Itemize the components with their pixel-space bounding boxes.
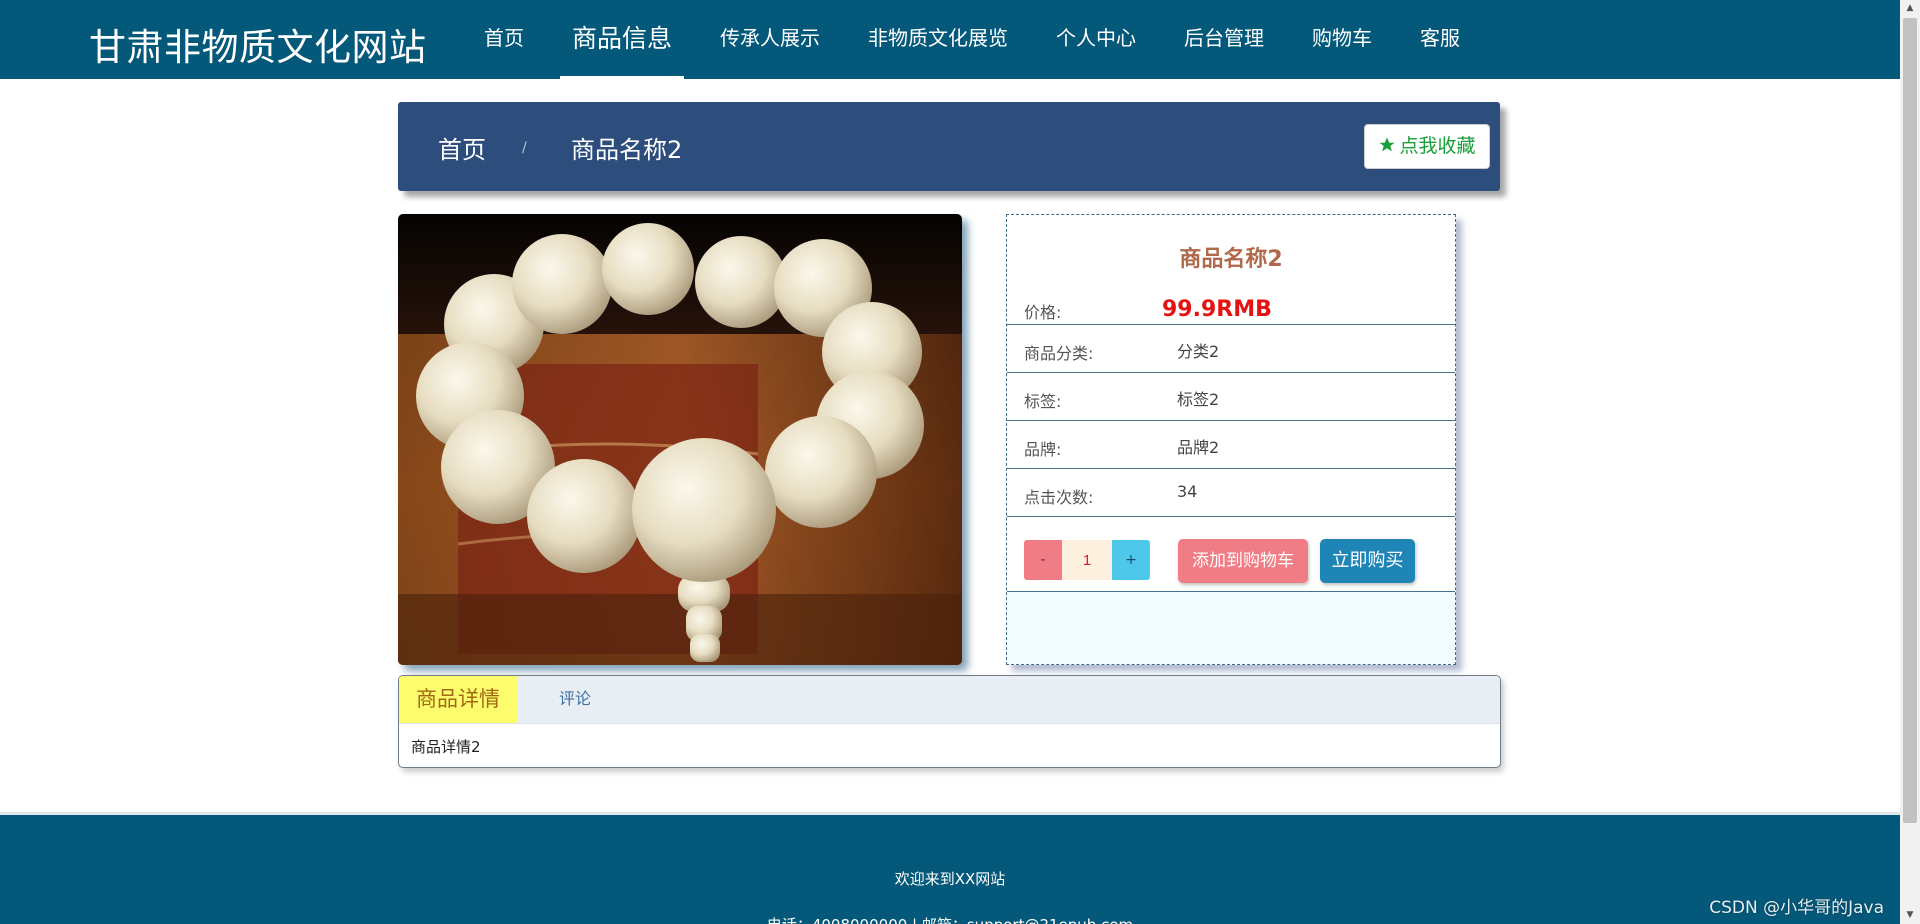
- category-value: 分类2: [1177, 342, 1220, 361]
- scroll-down-arrow-icon[interactable]: ▼: [1900, 907, 1920, 924]
- product-name: 商品名称2: [1179, 247, 1283, 272]
- footer-welcome: 欢迎来到XX网站: [894, 870, 1006, 888]
- breadcrumb-separator: /: [522, 140, 527, 156]
- brand-value: 品牌2: [1177, 438, 1220, 457]
- price-value: 99.9RMB: [1162, 297, 1272, 322]
- star-icon: [1379, 137, 1395, 152]
- nav-item-customer-service[interactable]: 客服: [1408, 0, 1472, 79]
- category-row: 商品分类: 分类2: [1007, 325, 1455, 373]
- favorite-button-label: 点我收藏: [1399, 135, 1476, 157]
- tab-comments[interactable]: 评论: [559, 676, 591, 723]
- clicks-label: 点击次数:: [1024, 488, 1094, 507]
- vertical-scrollbar[interactable]: ▲ ▼: [1900, 0, 1920, 924]
- nav-item-cart[interactable]: 购物车: [1300, 0, 1384, 79]
- clicks-value: 34: [1177, 482, 1198, 501]
- tab-product-details[interactable]: 商品详情: [399, 676, 517, 723]
- page: 甘肃非物质文化网站 首页 商品信息 传承人展示 非物质文化展览 个人中心 后台管…: [0, 0, 1900, 924]
- favorite-button[interactable]: 点我收藏: [1364, 124, 1490, 169]
- breadcrumb: 首页 / 商品名称2 点我收藏: [398, 102, 1500, 191]
- product-image: [398, 214, 962, 665]
- quantity-increase-button[interactable]: +: [1112, 540, 1150, 580]
- tag-row: 标签: 标签2: [1007, 373, 1455, 421]
- scroll-up-arrow-icon[interactable]: ▲: [1900, 0, 1920, 17]
- footer: 欢迎来到XX网站 电话：4008000000 | 邮箱：support@21ep…: [0, 812, 1900, 924]
- price-label: 价格:: [1024, 303, 1062, 322]
- breadcrumb-current: 商品名称2: [571, 136, 683, 164]
- info-panel-footer: [1007, 591, 1455, 664]
- category-label: 商品分类:: [1024, 344, 1094, 363]
- buy-now-button[interactable]: 立即购买: [1320, 539, 1415, 583]
- tab-bar: 商品详情 评论: [399, 676, 1500, 724]
- nav-item-exhibition[interactable]: 非物质文化展览: [856, 0, 1020, 79]
- site-title[interactable]: 甘肃非物质文化网站: [89, 17, 427, 71]
- clicks-row: 点击次数: 34: [1007, 469, 1455, 517]
- quantity-input[interactable]: [1062, 540, 1112, 580]
- footer-contact: 电话：4008000000 | 邮箱：support@21epub.com: [0, 914, 1900, 924]
- tag-label: 标签:: [1024, 392, 1062, 411]
- nav-item-home[interactable]: 首页: [472, 0, 536, 79]
- bead-bracelet-image: [398, 214, 962, 665]
- quantity-stepper: - +: [1024, 540, 1150, 580]
- tab-content: 商品详情2: [411, 738, 481, 756]
- brand-row: 品牌: 品牌2: [1007, 421, 1455, 469]
- product-info-panel: 商品名称2 价格: 99.9RMB 商品分类: 分类2 标签: 标签2 品牌: …: [1006, 214, 1456, 665]
- scrollbar-thumb[interactable]: [1903, 18, 1917, 823]
- add-to-cart-button[interactable]: 添加到购物车: [1178, 539, 1308, 583]
- nav-item-personal-center[interactable]: 个人中心: [1044, 0, 1148, 79]
- watermark: CSDN @小华哥的Java: [1709, 898, 1884, 918]
- brand-label: 品牌:: [1024, 440, 1062, 459]
- detail-tabs: 商品详情 评论 商品详情2: [398, 675, 1501, 768]
- nav-item-admin[interactable]: 后台管理: [1172, 0, 1276, 79]
- nav-item-product-info[interactable]: 商品信息: [560, 0, 685, 79]
- nav-item-inheritors[interactable]: 传承人展示: [708, 0, 832, 79]
- tag-value: 标签2: [1177, 390, 1220, 409]
- quantity-decrease-button[interactable]: -: [1024, 540, 1062, 580]
- breadcrumb-home-link[interactable]: 首页: [438, 130, 486, 165]
- top-navbar: 甘肃非物质文化网站 首页 商品信息 传承人展示 非物质文化展览 个人中心 后台管…: [0, 0, 1900, 79]
- main-nav: 首页 商品信息 传承人展示 非物质文化展览 个人中心 后台管理 购物车 客服: [472, 0, 1496, 79]
